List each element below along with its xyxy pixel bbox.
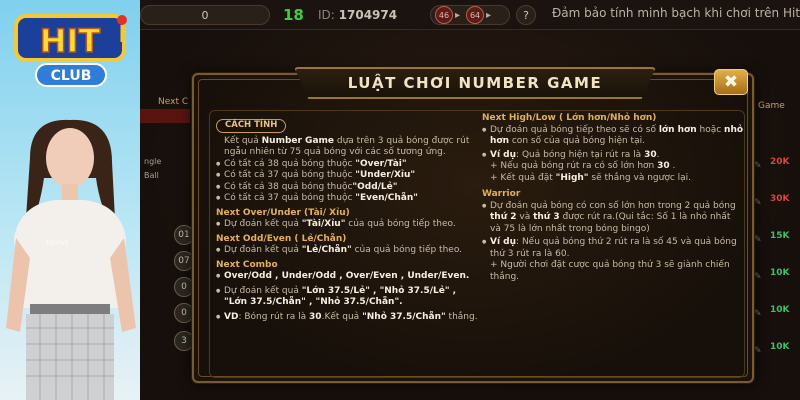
dialog-title-plate: LUẬT CHƠI NUMBER GAME bbox=[294, 67, 656, 99]
credit-display: 0 bbox=[140, 5, 270, 25]
rules-dialog: CÁCH TÍNH Kết quả Number Game dựa trên 3… bbox=[192, 67, 754, 383]
section-tag: CÁCH TÍNH bbox=[216, 119, 287, 133]
bet-amount[interactable]: 15K bbox=[770, 231, 790, 241]
right-panel-header: Game bbox=[758, 101, 785, 111]
bet-amount[interactable]: 10K bbox=[770, 268, 790, 278]
user-id: ID: 1704974 bbox=[318, 8, 397, 22]
svg-text:HIT: HIT bbox=[40, 22, 101, 60]
red-strip bbox=[140, 109, 190, 123]
dialog-title: LUẬT CHƠI NUMBER GAME bbox=[347, 74, 603, 92]
model-illustration bbox=[6, 119, 136, 400]
promo-banner: HIT CLUB khovt bbox=[0, 0, 140, 400]
rule-bullet: Dự đoán kết quả "Lẻ/Chẵn" của quả bóng t… bbox=[216, 245, 478, 257]
number-chip[interactable]: 3 bbox=[174, 331, 194, 351]
rule-bullet: Over/Odd , Under/Odd , Over/Even , Under… bbox=[216, 271, 478, 283]
heading-warrior: Warrior bbox=[482, 189, 521, 199]
bet-amount[interactable]: 30K bbox=[770, 194, 790, 204]
example-line: + Nếu quả bóng rút ra có số lớn hơn 30 . bbox=[490, 161, 676, 171]
heading-over-under: Next Over/Under (Tài/ Xỉu) bbox=[216, 207, 350, 218]
rule-bullet: VD: Bóng rút ra là 30.Kết quả "Nhỏ 37.5/… bbox=[216, 312, 478, 324]
close-button[interactable]: ✖ bbox=[714, 69, 748, 95]
rule-bullet: Ví dụ: Nếu quả bóng thứ 2 rút ra là số 4… bbox=[482, 237, 744, 260]
help-button[interactable]: ? bbox=[516, 5, 536, 25]
screen: HIT CLUB khovt 0 18 ID: 1704974 46 ▸ 64 … bbox=[0, 0, 800, 400]
bet-amount[interactable]: 10K bbox=[770, 305, 790, 315]
arrow-right-icon: ▸ bbox=[486, 9, 492, 21]
heading-odd-even: Next Odd/Even ( Lẻ/Chẵn) bbox=[216, 233, 347, 244]
ticket-icon: ✎ bbox=[754, 346, 762, 356]
rule-bullet: Có tất cả 37 quả bóng thuộc "Under/Xỉu" bbox=[216, 170, 478, 182]
ticket-icon: ✎ bbox=[754, 198, 762, 208]
rules-left-column: CÁCH TÍNH Kết quả Number Game dựa trên 3… bbox=[216, 119, 478, 323]
left-label-2: Ball bbox=[144, 171, 159, 180]
example-line: + Người chơi đặt cược quả bóng thứ 3 sẽ … bbox=[490, 260, 730, 282]
rule-bullet: Có tất cả 37 quả bóng thuộc "Even/Chẵn" bbox=[216, 193, 478, 205]
rule-bullet: Dự đoán quả bóng có con số lớn hơn trong… bbox=[482, 201, 744, 236]
ticket-icon: ✎ bbox=[754, 235, 762, 245]
rules-content: CÁCH TÍNH Kết quả Number Game dựa trên 3… bbox=[209, 110, 745, 378]
number-chip[interactable]: 07 bbox=[174, 251, 194, 271]
bet-amount[interactable]: 10K bbox=[770, 342, 790, 352]
ticket-icon: ✎ bbox=[754, 309, 762, 319]
svg-text:CLUB: CLUB bbox=[51, 68, 92, 84]
top-bar: 0 18 ID: 1704974 46 ▸ 64 ▸ ? Đảm bảo tín… bbox=[140, 0, 800, 30]
rule-bullet: Dự đoán kết quả "Tài/Xỉu" của quả bóng t… bbox=[216, 219, 478, 231]
rule-bullet: Dự đoán quả bóng tiếp theo sẽ có số lớn … bbox=[482, 125, 744, 148]
watermark-text: khovt bbox=[46, 238, 69, 247]
left-label-1: ngle bbox=[144, 157, 162, 166]
ball-a: 46 bbox=[435, 6, 453, 24]
dialog-body: CÁCH TÍNH Kết quả Number Game dựa trên 3… bbox=[198, 79, 748, 378]
left-bet-panel: Next C ngle Ball 01 07 0 0 3 bbox=[140, 95, 194, 385]
left-panel-header: Next C bbox=[158, 97, 189, 107]
rule-bullet: Ví dụ: Quả bóng hiện tại rút ra là 30. bbox=[482, 150, 744, 162]
hit-club-logo: HIT CLUB bbox=[14, 14, 127, 87]
rule-bullet: Có tất cả 38 quả bóng thuộc"Odd/Lẻ" bbox=[216, 182, 478, 194]
recent-balls: 46 ▸ 64 ▸ bbox=[430, 5, 510, 25]
intro-text: Kết quả Number Game dựa trên 3 quả bóng … bbox=[224, 135, 470, 158]
rule-bullet: Dự đoán kết quả "Lớn 37.5/Lẻ" , "Nhỏ 37.… bbox=[216, 286, 478, 309]
online-count: 18 bbox=[283, 6, 304, 24]
rules-right-column: Next High/Low ( Lớn hơn/Nhỏ hơn) Dự đoán… bbox=[482, 113, 744, 283]
bet-amount[interactable]: 20K bbox=[770, 157, 790, 167]
heading-combo: Next Combo bbox=[216, 259, 278, 270]
number-chip[interactable]: 0 bbox=[174, 303, 194, 323]
heading-high-low: Next High/Low ( Lớn hơn/Nhỏ hơn) bbox=[482, 113, 657, 123]
ticket-icon: ✎ bbox=[754, 161, 762, 171]
id-value: 1704974 bbox=[338, 8, 398, 22]
id-label: ID: bbox=[318, 8, 335, 22]
number-chip[interactable]: 0 bbox=[174, 277, 194, 297]
rule-bullet: Có tất cả 38 quả bóng thuộc "Over/Tài" bbox=[216, 159, 478, 171]
marquee-text: Đảm bảo tính minh bạch khi chơi trên Hit… bbox=[552, 6, 800, 20]
number-chip[interactable]: 01 bbox=[174, 225, 194, 245]
ticket-icon: ✎ bbox=[754, 272, 762, 282]
example-line: + Kết quả đặt "High" sẽ thắng và ngược l… bbox=[490, 172, 692, 183]
arrow-right-icon: ▸ bbox=[455, 9, 461, 21]
right-bet-panel: Game ✎ 20K ✎ 30K ✎ 15K ✎ 10K ✎ 10K ✎ 10K bbox=[748, 95, 800, 385]
ball-b: 64 bbox=[466, 6, 485, 24]
